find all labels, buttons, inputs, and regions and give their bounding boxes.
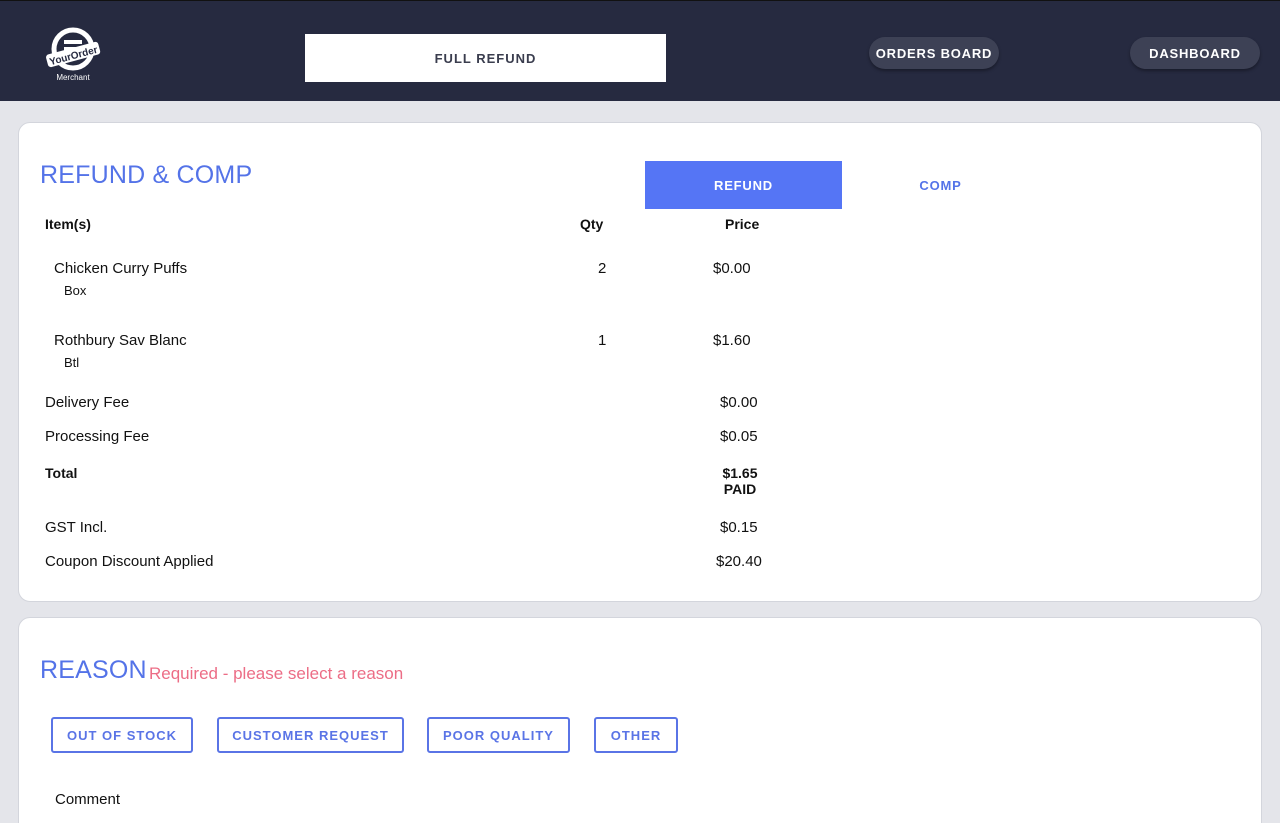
item-variant: Box [64, 283, 87, 298]
top-bar: YourOrder Merchant FULL REFUND ORDERS BO… [0, 0, 1280, 101]
item-variant: Btl [64, 355, 80, 370]
column-header-qty: Qty [580, 216, 604, 232]
total-value: $1.65 [722, 465, 758, 481]
gst-label: GST Incl. [45, 519, 108, 536]
reason-title: REASON [40, 656, 147, 684]
delivery-fee-value: $0.00 [720, 394, 758, 411]
gst-value: $0.15 [720, 519, 758, 536]
processing-fee-label: Processing Fee [45, 428, 150, 445]
refund-comp-title: REFUND & COMP [40, 161, 253, 189]
column-header-items: Item(s) [45, 216, 91, 232]
full-refund-button[interactable]: FULL REFUND [305, 34, 666, 82]
item-name: Rothbury Sav Blanc [54, 332, 187, 349]
item-qty: 1 [598, 332, 607, 349]
item-name: Chicken Curry Puffs [54, 260, 188, 277]
reason-out-of-stock-button[interactable]: OUT OF STOCK [51, 717, 193, 753]
tab-comp[interactable]: COMP [842, 161, 1039, 209]
processing-fee-value: $0.05 [720, 428, 758, 445]
reason-poor-quality-button[interactable]: POOR QUALITY [427, 717, 570, 753]
reason-customer-request-button[interactable]: CUSTOMER REQUEST [217, 717, 404, 753]
delivery-fee-label: Delivery Fee [45, 394, 130, 411]
total-label: Total [45, 465, 78, 481]
column-header-price: Price [725, 216, 760, 232]
reason-required-note: Required - please select a reason [149, 664, 404, 683]
item-price: $1.60 [713, 332, 751, 349]
orders-board-button[interactable]: ORDERS BOARD [869, 37, 999, 69]
tab-refund[interactable]: REFUND [645, 161, 842, 209]
reason-other-button[interactable]: OTHER [594, 717, 678, 753]
reason-card: REASON Required - please select a reason… [18, 617, 1262, 823]
coupon-discount-label: Coupon Discount Applied [45, 553, 214, 570]
coupon-discount-value: $20.40 [716, 553, 762, 570]
payment-status: PAID [723, 481, 757, 497]
item-qty: 2 [598, 260, 607, 277]
refund-comp-card: REFUND & COMP REFUND COMP Item(s) Qty Pr… [18, 122, 1262, 602]
dashboard-button[interactable]: DASHBOARD [1130, 37, 1260, 69]
item-price: $0.00 [713, 260, 751, 277]
logo-subtitle: Merchant [56, 73, 90, 82]
comment-label: Comment [55, 791, 121, 808]
